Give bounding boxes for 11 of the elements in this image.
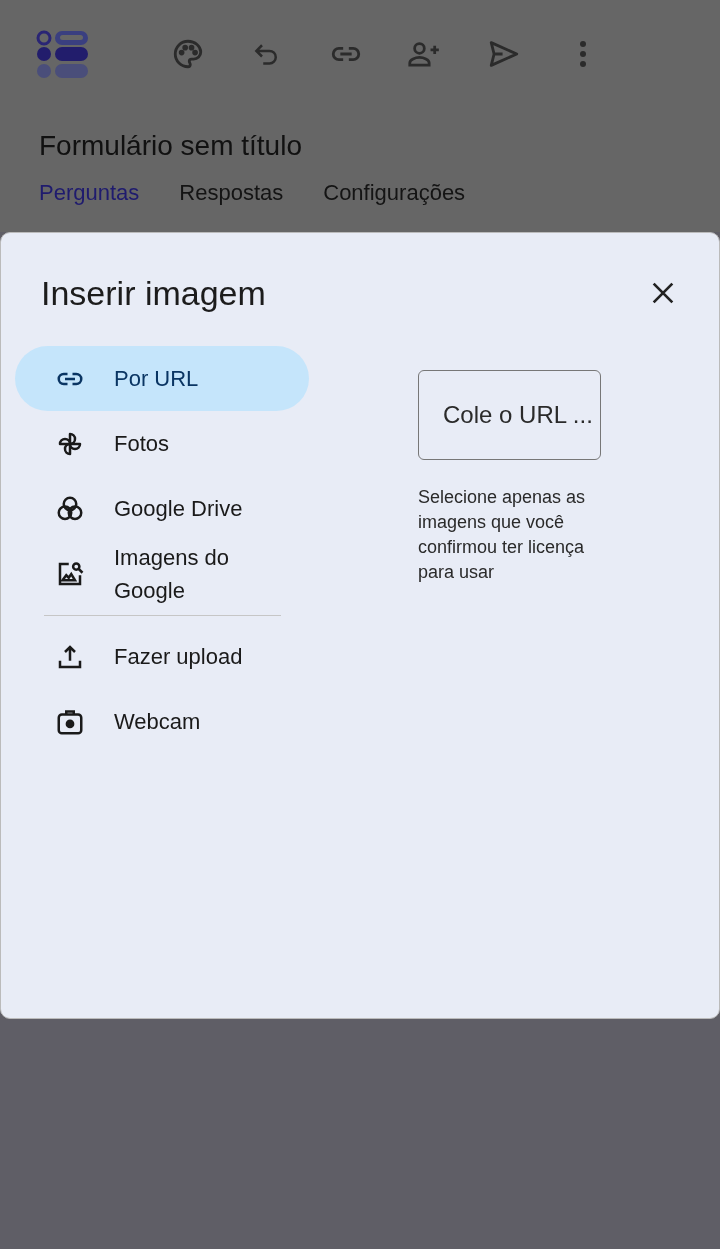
forms-logo	[36, 29, 88, 79]
source-option[interactable]: Fazer upload	[15, 624, 309, 689]
source-option[interactable]: Por URL	[15, 346, 309, 411]
source-option[interactable]: Google Drive	[15, 476, 309, 541]
url-field[interactable]: Cole o URL ...	[418, 370, 601, 460]
source-option[interactable]: Webcam	[15, 689, 309, 754]
dialog-title: Inserir imagem	[41, 273, 266, 314]
source-option[interactable]: Fotos	[15, 411, 309, 476]
source-option[interactable]: Imagens do Google	[15, 541, 309, 607]
license-note: Selecione apenas as imagens que você confirmou ter licença para usar	[418, 486, 587, 584]
form-title: Formulário sem título	[39, 129, 303, 163]
